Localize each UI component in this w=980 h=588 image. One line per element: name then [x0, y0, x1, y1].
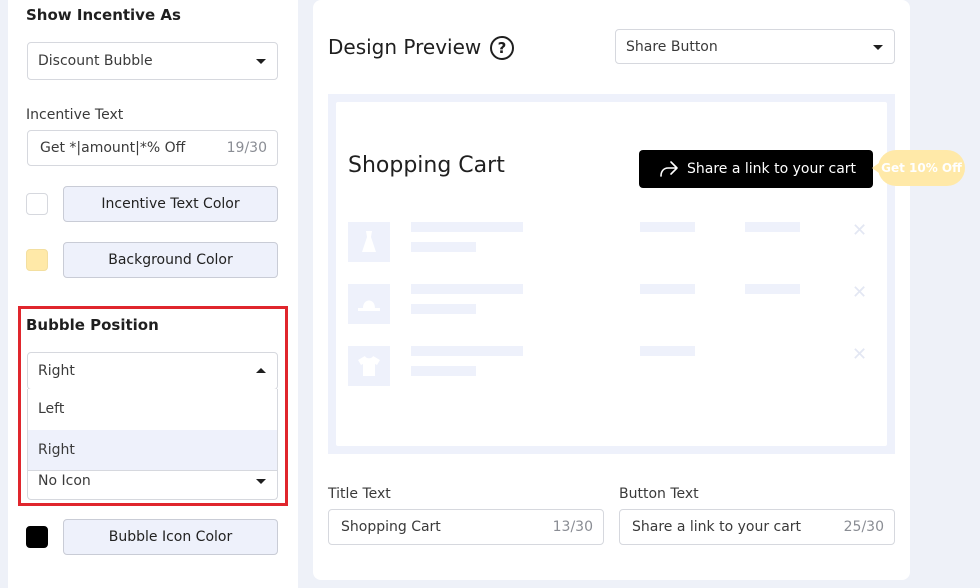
title-text-value: Shopping Cart [341, 519, 441, 535]
show-incentive-title: Show Incentive As [26, 6, 181, 24]
item-title-placeholder [411, 284, 523, 294]
cart-title: Shopping Cart [348, 153, 505, 178]
chevron-down-icon [256, 59, 266, 64]
button-text-label: Button Text [619, 486, 699, 502]
title-text-label: Title Text [328, 486, 391, 502]
bubble-position-highlight [18, 306, 288, 506]
preview-frame: Shopping Cart Share a link to your cart … [328, 94, 965, 454]
help-icon[interactable]: ? [490, 36, 514, 60]
design-preview-panel: Design Preview ? Share Button Shopping C… [313, 0, 965, 580]
remove-item-icon[interactable]: ✕ [852, 344, 867, 365]
share-cart-button[interactable]: Share a link to your cart [639, 150, 873, 188]
background-color-swatch[interactable] [26, 249, 48, 271]
item-qty-placeholder [640, 346, 695, 356]
share-cart-button-label: Share a link to your cart [687, 161, 857, 177]
item-qty-placeholder [640, 222, 695, 232]
incentive-text-counter: 19/30 [226, 140, 267, 156]
item-qty-placeholder [640, 284, 695, 294]
hat-icon [348, 284, 390, 324]
bubble-icon-color-button[interactable]: Bubble Icon Color [63, 519, 278, 555]
incentive-text-value: Get *|amount|*% Off [40, 140, 186, 156]
item-subtitle-placeholder [411, 242, 476, 252]
incentive-type-select[interactable]: Discount Bubble [27, 42, 278, 80]
button-text-value: Share a link to your cart [632, 519, 802, 535]
item-subtitle-placeholder [411, 366, 476, 376]
item-title-placeholder [411, 346, 523, 356]
incentive-text-color-button[interactable]: Incentive Text Color [63, 186, 278, 222]
dress-icon [348, 222, 390, 262]
item-title-placeholder [411, 222, 523, 232]
item-price-placeholder [745, 222, 800, 232]
cart-preview: Shopping Cart Share a link to your cart … [336, 102, 965, 446]
background-color-button[interactable]: Background Color [63, 242, 278, 278]
preview-type-select[interactable]: Share Button [615, 29, 895, 64]
title-text-counter: 13/30 [552, 519, 593, 535]
incentive-text-color-swatch[interactable] [26, 193, 48, 215]
share-arrow-icon [660, 161, 678, 177]
incentive-text-label: Incentive Text [26, 107, 124, 123]
incentive-type-value: Discount Bubble [38, 53, 153, 69]
chevron-down-icon [873, 44, 883, 50]
button-text-counter: 25/30 [843, 519, 884, 535]
bubble-icon-color-swatch[interactable] [26, 526, 48, 548]
discount-bubble: Get 10% Off [872, 150, 965, 186]
button-text-input[interactable]: Share a link to your cart 25/30 [619, 509, 895, 545]
preview-type-value: Share Button [626, 38, 718, 55]
incentive-text-input[interactable]: Get *|amount|*% Off 19/30 [27, 130, 278, 166]
remove-item-icon[interactable]: ✕ [852, 220, 867, 241]
item-price-placeholder [745, 284, 800, 294]
tshirt-icon [348, 346, 390, 386]
remove-item-icon[interactable]: ✕ [852, 282, 867, 303]
item-subtitle-placeholder [411, 304, 476, 314]
design-preview-title: Design Preview [328, 35, 482, 59]
title-text-input[interactable]: Shopping Cart 13/30 [328, 509, 604, 545]
